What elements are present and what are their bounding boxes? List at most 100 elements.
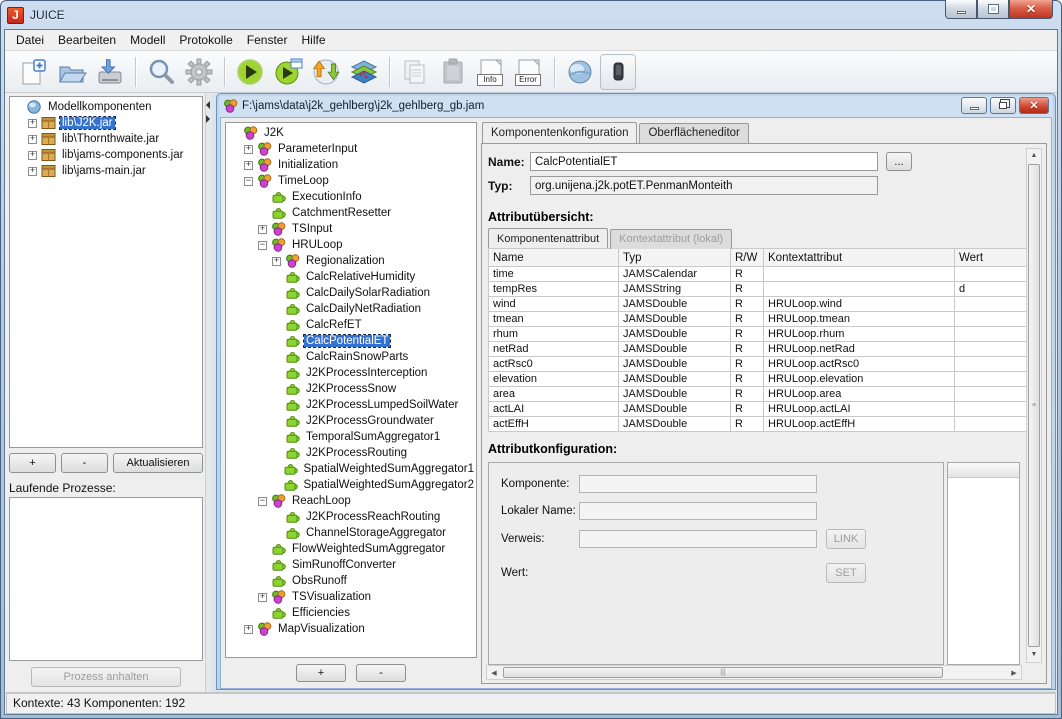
- model-tree-item[interactable]: TemporalSumAggregator1: [226, 429, 476, 445]
- model-tree-item[interactable]: CatchmentResetter: [226, 205, 476, 221]
- menu-item-protokolle[interactable]: Protokolle: [172, 31, 239, 49]
- table-cell[interactable]: JAMSDouble: [619, 417, 731, 432]
- model-tree-item[interactable]: J2KProcessRouting: [226, 445, 476, 461]
- model-tree-item[interactable]: +TSVisualization: [226, 589, 476, 605]
- device-button[interactable]: [600, 54, 636, 90]
- close-button[interactable]: ✕: [1009, 0, 1053, 19]
- table-cell[interactable]: R: [731, 372, 764, 387]
- horizontal-scroll-thumb[interactable]: |||: [503, 667, 943, 678]
- model-tree-item[interactable]: −HRULoop: [226, 237, 476, 253]
- table-cell[interactable]: JAMSDouble: [619, 402, 731, 417]
- table-cell[interactable]: HRULoop.wind: [764, 297, 955, 312]
- tab-komponentenkonfiguration[interactable]: Komponentenkonfiguration: [482, 122, 637, 143]
- table-cell[interactable]: [955, 267, 1029, 282]
- table-cell[interactable]: R: [731, 387, 764, 402]
- column-header[interactable]: Wert: [955, 249, 1029, 267]
- save-model-button[interactable]: [92, 54, 128, 90]
- menu-item-datei[interactable]: Datei: [9, 31, 51, 49]
- scroll-down-icon[interactable]: ▼: [1031, 648, 1038, 662]
- model-tree-item[interactable]: SpatialWeightedSumAggregator1: [226, 461, 476, 477]
- attribute-row[interactable]: actLAIJAMSDoubleRHRULoop.actLAI: [489, 402, 1029, 417]
- table-cell[interactable]: HRULoop.rhum: [764, 327, 955, 342]
- expand-icon[interactable]: +: [28, 167, 37, 176]
- menu-item-fenster[interactable]: Fenster: [240, 31, 295, 49]
- expand-right-icon[interactable]: [206, 115, 210, 123]
- collapse-left-icon[interactable]: [206, 101, 210, 109]
- model-tree-item[interactable]: Efficiencies: [226, 605, 476, 621]
- model-tree-item[interactable]: FlowWeightedSumAggregator: [226, 541, 476, 557]
- table-cell[interactable]: [955, 357, 1029, 372]
- model-tree-item[interactable]: −ReachLoop: [226, 493, 476, 509]
- scroll-up-icon[interactable]: ▲: [1031, 149, 1038, 163]
- library-tree-item[interactable]: +lib\Thornthwaite.jar: [10, 131, 202, 147]
- run-model-button[interactable]: [232, 54, 268, 90]
- library-tree-item[interactable]: +lib\jams-components.jar: [10, 147, 202, 163]
- model-tree-item[interactable]: +TSInput: [226, 221, 476, 237]
- attr-tab-komponentenattribut[interactable]: Komponentenattribut: [488, 228, 608, 248]
- titlebar[interactable]: J JUICE ✕: [1, 1, 1061, 29]
- table-cell[interactable]: JAMSDouble: [619, 357, 731, 372]
- column-header[interactable]: Typ: [619, 249, 731, 267]
- table-cell[interactable]: netRad: [489, 342, 619, 357]
- table-cell[interactable]: JAMSDouble: [619, 297, 731, 312]
- model-tree-item[interactable]: J2KProcessSnow: [226, 381, 476, 397]
- table-cell[interactable]: tmean: [489, 312, 619, 327]
- settings-button[interactable]: [181, 54, 217, 90]
- table-cell[interactable]: [955, 297, 1029, 312]
- attribute-row[interactable]: timeJAMSCalendarR: [489, 267, 1029, 282]
- expand-icon[interactable]: +: [28, 119, 37, 128]
- model-tree-item[interactable]: J2KProcessReachRouting: [226, 509, 476, 525]
- model-tree-item[interactable]: ObsRunoff: [226, 573, 476, 589]
- search-button[interactable]: [143, 54, 179, 90]
- collapse-icon[interactable]: −: [258, 241, 267, 250]
- collapse-icon[interactable]: −: [258, 497, 267, 506]
- table-cell[interactable]: R: [731, 402, 764, 417]
- model-tree-item[interactable]: CalcRainSnowParts: [226, 349, 476, 365]
- browse-button[interactable]: ...: [886, 152, 912, 171]
- paste-button[interactable]: [435, 54, 471, 90]
- model-minimize-button[interactable]: [961, 97, 987, 114]
- set-button[interactable]: SET: [826, 563, 866, 583]
- model-tree-item[interactable]: SimRunoffConverter: [226, 557, 476, 573]
- tab-oberfl-cheneditor[interactable]: Oberflächeneditor: [639, 123, 748, 144]
- horizontal-scrollbar[interactable]: ◀ ||| ▶: [486, 665, 1022, 680]
- table-cell[interactable]: R: [731, 282, 764, 297]
- link-button[interactable]: LINK: [826, 529, 866, 549]
- library-tree-item[interactable]: Modellkomponenten: [10, 99, 202, 115]
- table-cell[interactable]: JAMSCalendar: [619, 267, 731, 282]
- table-cell[interactable]: rhum: [489, 327, 619, 342]
- attribute-row[interactable]: areaJAMSDoubleRHRULoop.area: [489, 387, 1029, 402]
- library-tree-item[interactable]: +lib\jams-main.jar: [10, 163, 202, 179]
- maximize-button[interactable]: [977, 0, 1009, 19]
- table-cell[interactable]: wind: [489, 297, 619, 312]
- table-cell[interactable]: HRULoop.netRad: [764, 342, 955, 357]
- table-cell[interactable]: [955, 417, 1029, 432]
- attribute-row[interactable]: elevationJAMSDoubleRHRULoop.elevation: [489, 372, 1029, 387]
- add-component-button[interactable]: +: [296, 664, 346, 682]
- table-cell[interactable]: HRULoop.actLAI: [764, 402, 955, 417]
- model-tree-item[interactable]: CalcPotentialET: [226, 333, 476, 349]
- table-cell[interactable]: actEffH: [489, 417, 619, 432]
- attribute-row[interactable]: tempResJAMSStringRd: [489, 282, 1029, 297]
- attribute-value-list[interactable]: [947, 462, 1020, 665]
- model-tree-item[interactable]: SpatialWeightedSumAggregator2: [226, 477, 476, 493]
- table-cell[interactable]: [764, 267, 955, 282]
- table-cell[interactable]: time: [489, 267, 619, 282]
- model-tree-item[interactable]: ChannelStorageAggregator: [226, 525, 476, 541]
- model-window-titlebar[interactable]: F:\jams\data\j2k_gehlberg\j2k_gehlberg_g…: [217, 94, 1055, 117]
- expand-icon[interactable]: +: [28, 151, 37, 160]
- model-tree-item[interactable]: CalcDailySolarRadiation: [226, 285, 476, 301]
- minimize-button[interactable]: [945, 0, 977, 19]
- model-tree-item[interactable]: J2KProcessInterception: [226, 365, 476, 381]
- expand-icon[interactable]: +: [244, 625, 253, 634]
- attribute-row[interactable]: rhumJAMSDoubleRHRULoop.rhum: [489, 327, 1029, 342]
- remove-component-button[interactable]: -: [356, 664, 406, 682]
- table-cell[interactable]: JAMSDouble: [619, 327, 731, 342]
- table-cell[interactable]: [955, 402, 1029, 417]
- table-cell[interactable]: [955, 342, 1029, 357]
- attribute-row[interactable]: windJAMSDoubleRHRULoop.wind: [489, 297, 1029, 312]
- model-tree-item[interactable]: J2K: [226, 125, 476, 141]
- table-cell[interactable]: HRULoop.area: [764, 387, 955, 402]
- table-cell[interactable]: R: [731, 312, 764, 327]
- table-cell[interactable]: R: [731, 342, 764, 357]
